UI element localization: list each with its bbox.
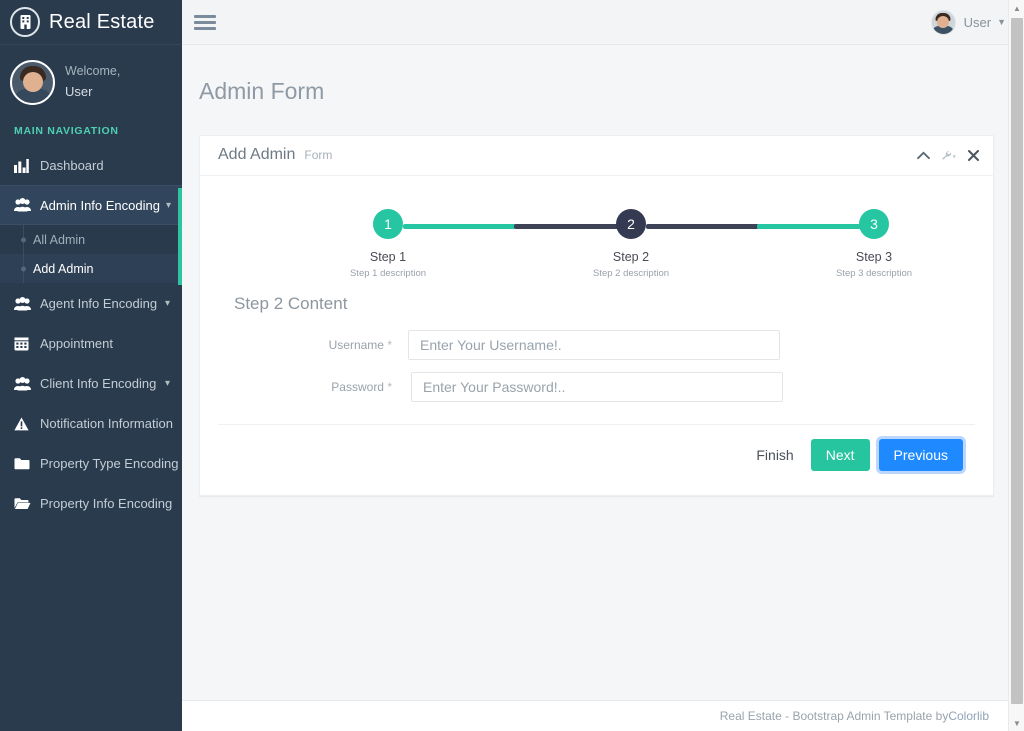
wizard-stepper: 1 Step 1 Step 1 description 2 Step 2 Ste… [218, 204, 975, 282]
username-input[interactable] [408, 330, 780, 360]
folder-open-icon [14, 497, 36, 510]
chart-bar-icon [14, 159, 36, 173]
password-label: Password * [218, 380, 408, 394]
users-group-icon [14, 297, 36, 311]
step-1[interactable]: 1 Step 1 Step 1 description [323, 204, 453, 279]
topbar-username: User [964, 15, 991, 30]
app-root: Real Estate Welcome, User MAIN NAVIGATIO… [0, 0, 1024, 731]
sidebar-item-label: Property Info Encoding [40, 496, 172, 511]
avatar [931, 10, 956, 35]
brand-logo[interactable]: Real Estate [0, 0, 182, 45]
step-description: Step 2 description [566, 268, 696, 279]
scrollbar-thumb[interactable] [1011, 18, 1023, 704]
sidebar-item-label: Property Type Encoding [40, 456, 179, 471]
sidebar-user-panel[interactable]: Welcome, User [0, 45, 182, 119]
sidebar-item-label: Notification Information [40, 416, 173, 431]
content-wrapper: Add Admin Form [182, 135, 1024, 496]
step-title: Step 2 [566, 250, 696, 264]
card-subtitle: Form [304, 148, 332, 162]
sidebar-subitem-label: Add Admin [33, 262, 93, 276]
sidebar-nav: Dashboard Admin Info Encoding ▾ [0, 145, 182, 523]
add-admin-form-card: Add Admin Form [199, 135, 994, 496]
avatar [10, 60, 55, 105]
chevron-down-icon: ▾ [165, 298, 170, 309]
form-row-password: Password * [218, 372, 975, 402]
chevron-down-icon: ▾ [165, 378, 170, 389]
scroll-up-arrow-icon[interactable]: ▲ [1009, 0, 1024, 16]
page-title: Admin Form [182, 60, 1024, 119]
sidebar-item-label: Agent Info Encoding [40, 296, 159, 311]
step-3[interactable]: 3 Step 3 Step 3 description [809, 204, 939, 279]
sidebar-subitem-add-admin[interactable]: Add Admin [0, 254, 182, 283]
collapse-icon[interactable] [917, 151, 930, 160]
step-number: 2 [616, 209, 646, 239]
step-number: 3 [859, 209, 889, 239]
sidebar: Real Estate Welcome, User MAIN NAVIGATIO… [0, 0, 182, 731]
sidebar-subitem-all-admin[interactable]: All Admin [0, 225, 182, 254]
next-button[interactable]: Next [811, 439, 870, 471]
footer: Real Estate - Bootstrap Admin Template b… [182, 700, 1024, 731]
users-group-icon [14, 377, 36, 391]
welcome-text: Welcome, [65, 62, 120, 81]
username-label-text: Username [329, 338, 384, 352]
caret-down-icon: ▼ [997, 17, 1006, 27]
step-description: Step 1 description [323, 268, 453, 279]
wizard-actions: Finish Next Previous [218, 425, 975, 489]
sidebar-item-agent-info-encoding[interactable]: Agent Info Encoding ▾ [0, 283, 182, 323]
close-icon[interactable] [968, 150, 979, 161]
topbar: User ▼ [182, 0, 1024, 45]
sidebar-subitem-label: All Admin [33, 233, 85, 247]
sidebar-item-label: Appointment [40, 336, 170, 351]
form-row-username: Username * [218, 330, 975, 360]
sidebar-submenu-admin: All Admin Add Admin [0, 225, 182, 283]
password-label-text: Password [331, 380, 384, 394]
sidebar-item-notification-information[interactable]: Notification Information [0, 403, 182, 443]
sidebar-item-appointment[interactable]: Appointment [0, 323, 182, 363]
required-mark: * [387, 380, 392, 394]
previous-button[interactable]: Previous [879, 439, 963, 471]
card-body: 1 Step 1 Step 1 description 2 Step 2 Ste… [200, 176, 993, 495]
chevron-down-icon: ▾ [166, 200, 171, 211]
warning-triangle-icon [14, 417, 36, 431]
sidebar-item-property-type-encoding[interactable]: Property Type Encoding [0, 443, 182, 483]
sidebar-item-label: Admin Info Encoding [40, 198, 160, 213]
sidebar-item-label: Dashboard [40, 158, 170, 173]
hamburger-icon[interactable] [194, 12, 216, 33]
users-group-icon [14, 198, 36, 212]
calendar-icon [14, 336, 36, 351]
bullet-icon [21, 266, 26, 271]
footer-link-colorlib[interactable]: Colorlib [948, 709, 989, 723]
user-menu[interactable]: User ▼ [931, 10, 1006, 35]
required-mark: * [387, 338, 392, 352]
sidebar-item-dashboard[interactable]: Dashboard [0, 145, 182, 185]
card-header: Add Admin Form [200, 136, 993, 176]
finish-button[interactable]: Finish [741, 439, 801, 471]
step-2[interactable]: 2 Step 2 Step 2 description [566, 204, 696, 279]
nav-section-header: MAIN NAVIGATION [0, 119, 182, 145]
card-title: Add Admin [218, 146, 295, 164]
scroll-down-arrow-icon[interactable]: ▼ [1009, 715, 1024, 731]
wrench-icon[interactable] [941, 150, 957, 161]
main-area: User ▼ Admin Form Add Admin Form [182, 0, 1024, 731]
username-label: Username * [218, 338, 408, 352]
card-tools [917, 150, 979, 161]
brand-name: Real Estate [49, 11, 155, 34]
folder-icon [14, 457, 36, 470]
sidebar-item-client-info-encoding[interactable]: Client Info Encoding ▾ [0, 363, 182, 403]
building-icon [10, 7, 40, 37]
sidebar-item-admin-info-encoding[interactable]: Admin Info Encoding ▾ [0, 185, 182, 225]
bullet-icon [21, 237, 26, 242]
step-number: 1 [373, 209, 403, 239]
step-title: Step 1 [323, 250, 453, 264]
page-scrollbar[interactable]: ▲ ▼ [1008, 0, 1024, 731]
sidebar-item-label: Client Info Encoding [40, 376, 159, 391]
step-content-title: Step 2 Content [234, 294, 975, 314]
footer-text: Real Estate - Bootstrap Admin Template b… [720, 709, 949, 723]
password-input[interactable] [411, 372, 783, 402]
sidebar-item-property-info-encoding[interactable]: Property Info Encoding [0, 483, 182, 523]
step-title: Step 3 [809, 250, 939, 264]
sidebar-username: User [65, 82, 120, 102]
step-description: Step 3 description [809, 268, 939, 279]
